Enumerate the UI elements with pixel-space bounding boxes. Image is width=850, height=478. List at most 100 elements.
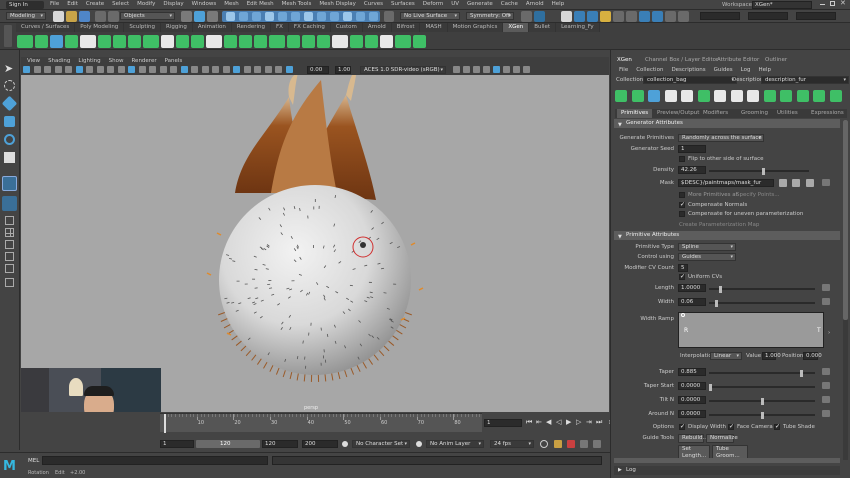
live-surface-dropdown[interactable]: No Live Surface — [400, 12, 460, 20]
viewport-toolbar-icon[interactable] — [65, 66, 72, 73]
xgen-toolbar-icon[interactable] — [730, 90, 743, 102]
step-back-frame-icon[interactable]: ◀ — [546, 418, 551, 426]
xgen-subtab-utilities[interactable]: Utilities — [773, 109, 802, 118]
shelf-tab-custom[interactable]: Custom — [331, 23, 363, 32]
xgen-menu-help[interactable]: Help — [755, 66, 776, 75]
xgen-shelf-icon[interactable] — [224, 35, 237, 48]
sound-icon[interactable] — [593, 440, 601, 448]
shelf-tab-mash[interactable]: MASH — [420, 23, 448, 32]
uniform-cvs-checkbox[interactable] — [679, 273, 685, 280]
menu-mesh-display[interactable]: Mesh Display — [315, 0, 360, 9]
rotate-tool-icon[interactable] — [4, 134, 15, 145]
right-panel-tab-attribute-editor[interactable]: Attribute Editor — [717, 57, 759, 63]
taper-start-slider-knob[interactable] — [709, 384, 712, 391]
close-icon[interactable]: ✕ — [840, 0, 846, 7]
viewport-toolbar-icon[interactable] — [473, 66, 480, 73]
y-field[interactable] — [748, 12, 788, 20]
render-tool-icon[interactable] — [639, 11, 650, 22]
render-tool-icon[interactable] — [587, 11, 598, 22]
render-tool-icon[interactable] — [561, 11, 572, 22]
xgen-shelf-icon[interactable] — [80, 35, 96, 48]
menu-modify[interactable]: Modify — [133, 0, 159, 9]
width-expression-icon[interactable] — [822, 298, 830, 305]
compensate-uneven-checkbox[interactable] — [679, 211, 685, 217]
xgen-toolbar-icon[interactable] — [747, 90, 759, 102]
selection-mask-icon[interactable] — [226, 12, 235, 21]
loop-icon[interactable] — [540, 440, 548, 448]
xgen-shelf-icon[interactable] — [191, 35, 204, 48]
more-primitives-checkbox[interactable] — [679, 192, 685, 198]
shelf-tab-motion-graphics[interactable]: Motion Graphics — [448, 23, 504, 32]
animation-end-field[interactable]: 200 — [302, 440, 338, 448]
around-n-slider-knob[interactable] — [760, 412, 764, 419]
selection-mask-icon[interactable] — [356, 12, 365, 21]
viewport-toolbar-icon[interactable] — [159, 66, 167, 73]
selection-mask-icon[interactable] — [239, 12, 248, 21]
panel-scrollbar[interactable] — [843, 120, 848, 460]
anim-layer-icon[interactable] — [416, 441, 422, 447]
near-clip-field[interactable]: 0.00 — [307, 66, 329, 74]
playback-prefs-icon[interactable] — [580, 440, 588, 448]
viewport-toolbar-icon[interactable] — [233, 66, 240, 73]
shelf-tab-bullet[interactable]: Bullet — [529, 23, 557, 32]
taper-start-field[interactable]: 0.0000 — [678, 382, 706, 390]
xgen-menu-collection[interactable]: Collection — [632, 66, 667, 75]
shelf-tab-rendering[interactable]: Rendering — [232, 23, 271, 32]
menu-windows[interactable]: Windows — [188, 0, 221, 9]
character-set-icon[interactable] — [342, 441, 348, 447]
xgen-toolbar-icon[interactable] — [664, 90, 677, 102]
tube-shade-checkbox[interactable] — [774, 423, 780, 430]
viewport-canvas[interactable]: persp — [21, 75, 609, 412]
ramp-right-key[interactable]: T — [817, 327, 821, 334]
viewport-toolbar-icon[interactable] — [503, 66, 510, 73]
xgen-toolbar-icon[interactable] — [829, 90, 842, 102]
width-slider[interactable] — [709, 298, 815, 308]
primitive-type-dropdown[interactable]: Spline — [678, 243, 736, 251]
symmetry-dropdown[interactable]: Symmetry: Off — [466, 12, 514, 20]
ramp-left-key[interactable]: R — [684, 327, 688, 334]
paint-select-icon[interactable] — [1, 95, 18, 112]
xgen-toolbar-icon[interactable] — [681, 90, 693, 102]
xgen-shelf-icon[interactable] — [128, 35, 141, 48]
xgen-shelf-icon[interactable] — [206, 35, 222, 48]
viewport-toolbar-icon[interactable] — [513, 66, 520, 73]
viewport-toolbar-icon[interactable] — [483, 66, 490, 73]
layout-side-icon[interactable] — [5, 240, 14, 249]
menu-file[interactable]: File — [46, 0, 63, 9]
xgen-shelf-icon[interactable] — [395, 35, 411, 48]
ramp-expand-icon[interactable]: › — [828, 330, 834, 336]
generate-primitives-dropdown[interactable]: Randomly across the surface — [678, 134, 764, 142]
shelf-options-icon[interactable] — [4, 25, 12, 47]
minimize-icon[interactable] — [820, 4, 825, 5]
taper-start-slider[interactable] — [709, 382, 815, 392]
rebuild-button[interactable]: Rebuild... — [678, 434, 708, 443]
menu-mesh-tools[interactable]: Mesh Tools — [278, 0, 316, 9]
viewport-toolbar-icon[interactable] — [96, 66, 104, 73]
xgen-menu-descriptions[interactable]: Descriptions — [667, 66, 709, 75]
xgen-toolbar-icon[interactable] — [631, 90, 644, 102]
xgen-shelf-icon[interactable] — [98, 35, 111, 48]
viewport-toolbar-icon[interactable] — [86, 66, 93, 73]
command-input[interactable] — [42, 456, 268, 465]
viewport-toolbar-icon[interactable] — [33, 66, 41, 73]
collapsed-section-header[interactable] — [614, 458, 840, 463]
mode-dropdown[interactable]: Modeling — [6, 12, 46, 20]
new-scene-icon[interactable] — [53, 11, 64, 22]
xgen-shelf-icon[interactable] — [254, 35, 267, 48]
xgen-subtab-expressions[interactable]: Expressions — [807, 109, 848, 118]
autokey-icon[interactable] — [567, 440, 575, 448]
description-dropdown[interactable]: description_fur — [761, 76, 849, 84]
xgen-toolbar-icon[interactable] — [648, 90, 660, 102]
xgen-shelf-icon[interactable] — [50, 35, 63, 48]
ramp-value-field[interactable]: 1.000 — [762, 352, 781, 360]
render-tool-icon[interactable] — [613, 11, 624, 22]
density-slider[interactable] — [709, 166, 809, 176]
taper-slider-knob[interactable] — [799, 370, 803, 377]
render-view-icon[interactable] — [534, 11, 545, 22]
collection-dropdown[interactable]: collection_bag — [643, 76, 737, 84]
workspace-dropdown[interactable]: XGen* — [752, 1, 812, 9]
select-by-hierarchy-icon[interactable] — [181, 11, 192, 22]
select-mode-dropdown[interactable]: Objects — [120, 12, 175, 20]
density-field[interactable]: 42.26 — [678, 166, 706, 174]
xgen-shelf-icon[interactable] — [365, 35, 378, 48]
